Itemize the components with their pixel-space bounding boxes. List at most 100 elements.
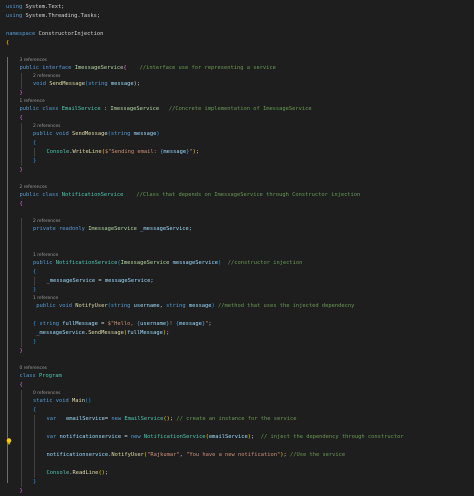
code-line: { (33, 268, 36, 277)
code-token: new (111, 416, 125, 422)
codelens-references[interactable]: 1 reference (20, 98, 45, 105)
code-token: { (33, 140, 37, 146)
code-token: EmailService (124, 416, 164, 422)
indent-guide (34, 277, 35, 286)
codelens-references[interactable]: 2 references (20, 184, 47, 191)
code-token: public (33, 260, 56, 266)
code-token: static (33, 398, 56, 404)
code-token: Program (38, 373, 62, 379)
code-line: { (20, 381, 23, 390)
code-editor[interactable]: using System.Linq; using System.Text;usin… (0, 0, 474, 494)
code-token: "Rajkumar" (147, 452, 180, 458)
code-token: "You have a new notification" (186, 452, 281, 458)
code-line: private readonly ImessageService _messag… (33, 225, 192, 234)
code-line: var notificationservice = new Notificati… (47, 433, 404, 442)
code-token: messageService (104, 278, 151, 284)
codelens-references[interactable]: 2 references (33, 218, 60, 225)
codelens-references[interactable]: 1 reference (33, 295, 58, 302)
code-token: SendMessage (49, 81, 85, 87)
code-token: interface (42, 65, 75, 71)
code-token: message (133, 131, 157, 137)
code-line: public interface ImessageService{ //inte… (20, 64, 276, 73)
code-token: message (188, 303, 212, 309)
code-token: username (140, 321, 167, 327)
indent-guide (20, 390, 22, 487)
code-line: { (20, 200, 23, 209)
code-line: { (33, 406, 36, 415)
code-token: = (97, 321, 108, 327)
code-token: ; (208, 321, 212, 327)
code-token: ; (150, 278, 154, 284)
code-token: ); (133, 81, 141, 87)
code-token: emailService (59, 416, 105, 422)
code-token: NotifyUser (75, 303, 108, 309)
code-token: readonly (58, 226, 89, 232)
code-token: void (55, 398, 72, 404)
code-token: //Class that depends on ImessageService … (123, 192, 361, 198)
indent-guide (20, 123, 22, 166)
code-line: notificationservice.NotifyUser("Rajkumar… (47, 451, 346, 460)
code-token: { (19, 382, 23, 388)
code-token: notificationservice (46, 452, 109, 458)
code-token: _messageService; (136, 226, 193, 232)
code-token: SendMessage (71, 131, 108, 137)
code-token: void (58, 303, 76, 309)
code-token: Main (71, 398, 85, 404)
code-token: private (33, 226, 59, 232)
code-token: ; (195, 149, 200, 155)
code-token: // inject the dependency through constru… (260, 434, 404, 440)
code-token: //constructor injection (221, 260, 303, 266)
code-token: $"Sending email: (104, 149, 161, 155)
code-token: public (33, 131, 56, 137)
code-token: ) (156, 131, 160, 137)
code-token: class (42, 192, 62, 198)
code-token: string (110, 131, 134, 137)
codelens-references[interactable]: 3 references (20, 57, 47, 64)
codelens-references[interactable]: 1 reference (33, 252, 58, 259)
code-token: () (84, 398, 92, 404)
code-token: //interface use for representing a servi… (126, 65, 276, 71)
code-line: } (20, 89, 23, 98)
code-token: System.Text; (25, 4, 65, 10)
code-token: _messageService (46, 278, 96, 284)
code-token: ImessageService (110, 106, 160, 112)
codelens-references[interactable]: 0 references (33, 390, 60, 397)
code-token: var (46, 434, 60, 440)
code-token: { (33, 407, 37, 413)
code-token: : (100, 106, 111, 112)
code-token: _messageService (33, 330, 85, 336)
lightbulb-icon[interactable] (6, 430, 12, 445)
code-token: var (46, 416, 60, 422)
code-token: notificationservice (59, 434, 122, 440)
code-line: using System.Threading.Tasks; (6, 12, 100, 21)
code-token: System.Linq; (25, 0, 64, 1)
code-line: public NotificationService(ImessageServi… (33, 259, 302, 268)
indent-guide (7, 57, 8, 483)
code-token: ImessageService (120, 260, 173, 266)
code-line: } (20, 487, 23, 496)
code-token: NotificationService (61, 192, 124, 198)
code-line: } (20, 166, 23, 175)
code-line: public void SendMessage(string message) (33, 130, 160, 139)
code-line: public class EmailService : ImessageServ… (20, 105, 312, 114)
codelens-references[interactable]: 2 references (33, 73, 60, 80)
indent-guide (20, 73, 22, 89)
indent-guide (34, 415, 35, 478)
codelens-references[interactable]: 2 references (33, 123, 60, 130)
code-token: } (33, 287, 37, 293)
code-token: string (36, 321, 63, 327)
code-token: ImessageService (88, 226, 137, 232)
code-line: } (33, 157, 36, 166)
codelens-references[interactable]: 0 references (20, 365, 47, 372)
code-token: string (110, 303, 134, 309)
code-line: _messageService.SendMessage(fullMessage)… (33, 329, 169, 338)
code-line: namespace ConstructorInjection (6, 30, 103, 39)
code-token: using (6, 4, 26, 10)
code-line: _messageService = messageService; (47, 277, 154, 286)
code-token: EmailService (61, 106, 101, 112)
code-line: using System.Text; (6, 3, 64, 12)
code-token: SendMessage (88, 330, 124, 336)
code-token: Console (46, 470, 70, 476)
code-line: static void Main() (33, 397, 91, 406)
code-token: new (130, 434, 144, 440)
